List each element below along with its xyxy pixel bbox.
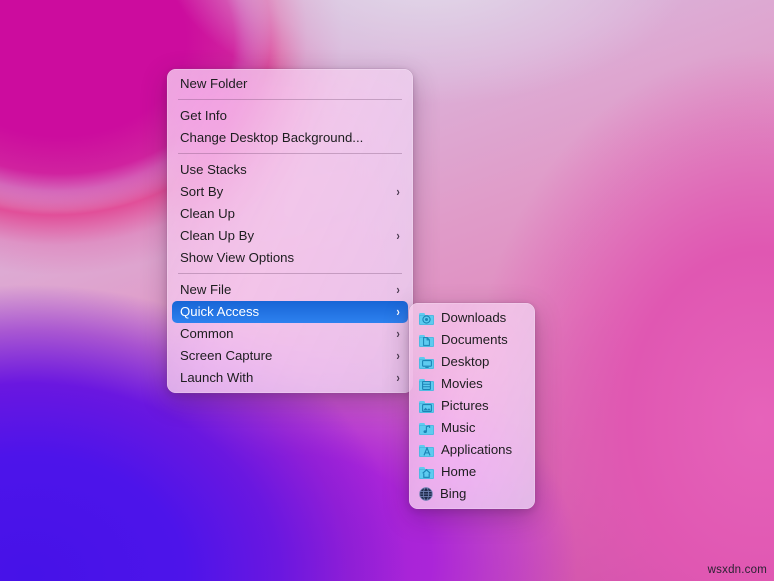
submenu-item-label: Pictures <box>441 395 522 417</box>
menu-separator <box>178 273 402 274</box>
submenu-item-documents[interactable]: Documents <box>414 329 530 351</box>
desktop[interactable]: New Folder Get InfoChange Desktop Backgro… <box>0 0 774 581</box>
menu-item-get-info[interactable]: Get Info <box>172 105 408 127</box>
chevron-right-icon: › <box>396 225 399 247</box>
submenu-item-movies[interactable]: Movies <box>414 373 530 395</box>
menu-item-new-folder[interactable]: New Folder <box>172 73 408 95</box>
menu-item-show-view-options[interactable]: Show View Options <box>172 247 408 269</box>
menu-item-quick-access[interactable]: Quick Access › <box>172 301 408 323</box>
submenu-item-downloads[interactable]: Downloads <box>414 307 530 329</box>
menu-separator <box>178 153 402 154</box>
folder-pictures-icon <box>419 401 434 413</box>
menu-item-label: New Folder <box>180 73 400 95</box>
menu-item-use-stacks[interactable]: Use Stacks <box>172 159 408 181</box>
quick-access-submenu[interactable]: DownloadsDocumentsDesktopMoviesPicturesM… <box>409 303 535 509</box>
menu-item-label: Clean Up <box>180 203 400 225</box>
menu-item-sort-by[interactable]: Sort By › <box>172 181 408 203</box>
submenu-item-pictures[interactable]: Pictures <box>414 395 530 417</box>
submenu-item-label: Documents <box>441 329 522 351</box>
submenu-item-label: Bing <box>440 483 522 505</box>
submenu-item-label: Music <box>441 417 522 439</box>
submenu-item-applications[interactable]: Applications <box>414 439 530 461</box>
folder-music-icon <box>419 423 434 435</box>
menu-item-label: Screen Capture <box>180 345 388 367</box>
chevron-right-icon: › <box>396 301 399 323</box>
menu-item-label: Use Stacks <box>180 159 400 181</box>
folder-downloads-icon <box>419 313 434 325</box>
menu-item-clean-up[interactable]: Clean Up <box>172 203 408 225</box>
menu-item-clean-up-by[interactable]: Clean Up By › <box>172 225 408 247</box>
menu-item-label: Clean Up By <box>180 225 388 247</box>
submenu-item-music[interactable]: Music <box>414 417 530 439</box>
submenu-item-label: Movies <box>441 373 522 395</box>
folder-applications-icon <box>419 445 434 457</box>
globe-bing-icon <box>419 487 433 501</box>
submenu-item-label: Downloads <box>441 307 522 329</box>
folder-home-icon <box>419 467 434 479</box>
menu-item-screen-capture[interactable]: Screen Capture › <box>172 345 408 367</box>
submenu-item-desktop[interactable]: Desktop <box>414 351 530 373</box>
chevron-right-icon: › <box>396 345 399 367</box>
menu-item-new-file[interactable]: New File › <box>172 279 408 301</box>
menu-separator <box>178 99 402 100</box>
folder-documents-icon <box>419 335 434 347</box>
menu-item-common[interactable]: Common › <box>172 323 408 345</box>
watermark: wsxdn.com <box>708 564 767 576</box>
menu-item-label: Common <box>180 323 388 345</box>
chevron-right-icon: › <box>396 367 399 389</box>
folder-desktop-icon <box>419 357 434 369</box>
menu-item-launch-with[interactable]: Launch With › <box>172 367 408 389</box>
menu-item-label: Get Info <box>180 105 400 127</box>
menu-item-label: Quick Access <box>180 301 388 323</box>
desktop-context-menu[interactable]: New Folder Get InfoChange Desktop Backgro… <box>167 69 413 393</box>
menu-item-change-desktop-background[interactable]: Change Desktop Background... <box>172 127 408 149</box>
menu-item-label: New File <box>180 279 388 301</box>
menu-item-label: Launch With <box>180 367 388 389</box>
chevron-right-icon: › <box>396 279 399 301</box>
submenu-item-label: Home <box>441 461 522 483</box>
folder-movies-icon <box>419 379 434 391</box>
submenu-item-label: Applications <box>441 439 522 461</box>
chevron-right-icon: › <box>396 323 399 345</box>
submenu-item-bing[interactable]: Bing <box>414 483 530 505</box>
submenu-item-home[interactable]: Home <box>414 461 530 483</box>
menu-item-label: Show View Options <box>180 247 400 269</box>
menu-item-label: Change Desktop Background... <box>180 127 400 149</box>
menu-item-label: Sort By <box>180 181 388 203</box>
chevron-right-icon: › <box>396 181 399 203</box>
submenu-item-label: Desktop <box>441 351 522 373</box>
